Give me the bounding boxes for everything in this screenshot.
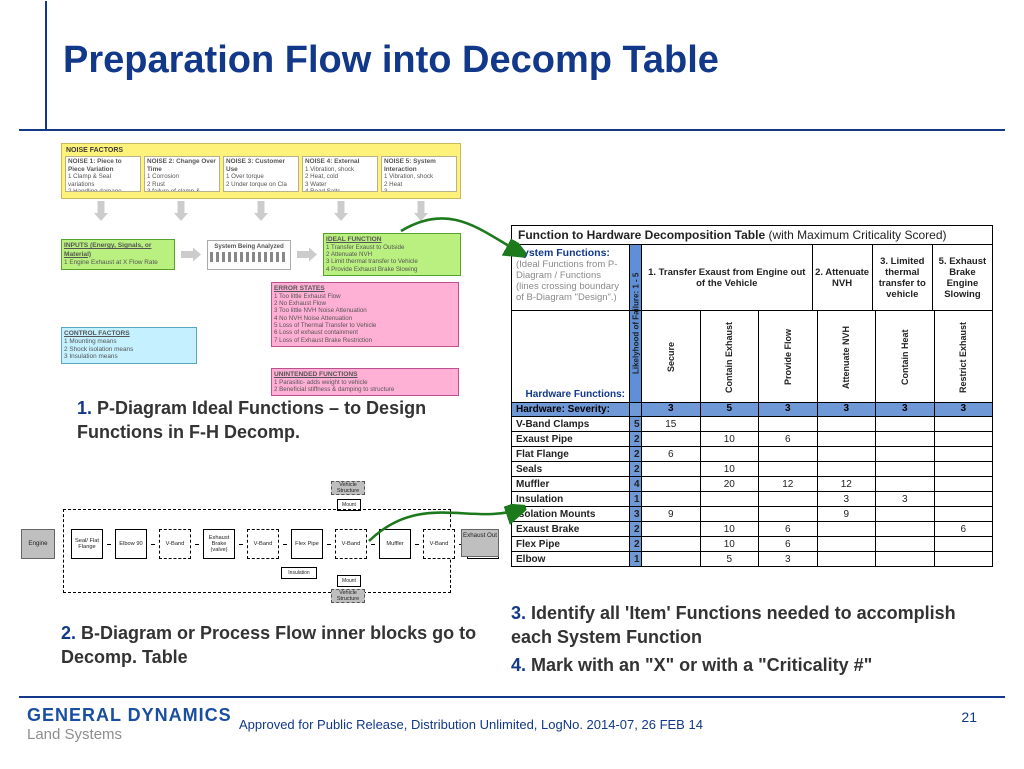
exhaust-out-block: Exhaust Out	[461, 529, 499, 557]
page-number: 21	[961, 709, 977, 725]
system-functions-label: System Functions:	[516, 247, 625, 259]
slide-title: Preparation Flow into Decomp Table	[63, 39, 719, 82]
severity-cell: 5	[701, 402, 760, 416]
ideal-function-box: IDEAL FUNCTION1 Transfer Exaust to Outsi…	[323, 233, 461, 276]
noise-factors-heading: NOISE FACTORS	[66, 147, 457, 154]
decomp-title: Function to Hardware Decomposition Table…	[512, 226, 992, 244]
severity-cell: 3	[818, 402, 877, 416]
table-row: Seals210	[512, 461, 992, 476]
table-row: Flat Flange26	[512, 446, 992, 461]
slide: Preparation Flow into Decomp Table NOISE…	[0, 0, 1024, 768]
control-factors-box: CONTROL FACTORS1 Mounting means 2 Shock …	[61, 327, 197, 364]
hardware-functions-label: Hardware Functions:	[512, 310, 630, 402]
hardware-function-header: Restrict Exhaust	[935, 310, 993, 402]
noise-factor-cell: NOISE 2: Change Over Time1 Corrosion2 Ru…	[144, 156, 220, 192]
hardware-function-header: Secure	[642, 310, 701, 402]
table-row: Flex Pipe2106	[512, 536, 992, 551]
severity-cell: 3	[876, 402, 935, 416]
b-diagram-block: V-Band	[335, 529, 367, 559]
table-row: Insulation133	[512, 491, 992, 506]
unintended-functions-box: UNINTENDED FUNCTIONS1 Parasitic- adds we…	[271, 368, 459, 396]
system-function-header: 3. Limited thermal transfer to vehicle	[873, 244, 933, 310]
p-diagram: NOISE FACTORS NOISE 1: Piece to Piece Va…	[61, 143, 461, 396]
noise-factor-cell: NOISE 4: External1 Vibration, shock2 Hea…	[302, 156, 378, 192]
noise-factor-cell: NOISE 3: Customer Use1 Over torque2 Unde…	[223, 156, 299, 192]
table-row: Isolation Mounts399	[512, 506, 992, 521]
b-diagram: Vehicle Structure Mount Engine Seal/ Fla…	[21, 481, 499, 601]
hardware-function-header: Attenuate NVH	[818, 310, 877, 402]
noise-factor-cell: NOISE 5: System Interaction1 Vibration, …	[381, 156, 457, 192]
severity-cell: 3	[935, 402, 993, 416]
company-logo: GENERAL DYNAMICS Land Systems	[27, 705, 232, 743]
approval-line: Approved for Public Release, Distributio…	[239, 717, 703, 732]
table-row: Exaust Pipe2106	[512, 431, 992, 446]
hardware-function-header: Provide Flow	[759, 310, 818, 402]
inputs-box: INPUTS (Energy, Signals, or Material)1 E…	[61, 239, 175, 269]
decomposition-table: Function to Hardware Decomposition Table…	[511, 225, 993, 567]
title-horizontal-rule	[19, 129, 1005, 131]
engine-block: Engine	[21, 529, 55, 559]
step-2-caption: 2. B-Diagram or Process Flow inner block…	[61, 621, 481, 670]
table-row: Elbow153	[512, 551, 992, 566]
severity-row: Hardware: Severity: 353333	[512, 402, 992, 416]
b-diagram-block: Exhaust Brake (valve)	[203, 529, 235, 559]
b-diagram-block: V-Band	[159, 529, 191, 559]
b-diagram-block: Seal/ Flat Flange	[71, 529, 103, 559]
title-vertical-rule	[45, 1, 47, 129]
error-states-box: ERROR STATES1 Too little Exhaust Flow 2 …	[271, 282, 459, 347]
footer: GENERAL DYNAMICS Land Systems Approved f…	[19, 701, 1005, 756]
b-diagram-block: V-Band	[423, 529, 455, 559]
insulation-block: Insulation	[281, 567, 317, 579]
table-row: V-Band Clamps515	[512, 416, 992, 431]
vehicle-structure-top: Vehicle Structure	[331, 481, 365, 495]
step-4-caption: 4. Mark with an "X" or with a "Criticali…	[511, 653, 991, 677]
step-1-caption: 1. P-Diagram Ideal Functions – to Design…	[77, 396, 457, 445]
mount-bottom: Mount	[337, 575, 361, 587]
system-function-header: 2. Attenuate NVH	[813, 244, 873, 310]
b-diagram-block: V-Band	[247, 529, 279, 559]
b-diagram-block: Elbow 90	[115, 529, 147, 559]
b-diagram-block: Flex Pipe	[291, 529, 323, 559]
table-row: Muffler4201212	[512, 476, 992, 491]
severity-cell: 3	[759, 402, 818, 416]
b-diagram-block: Muffler	[379, 529, 411, 559]
system-function-header: 5. Exhaust Brake Engine Slowing	[933, 244, 992, 310]
system-box: System Being Analyzed	[207, 240, 291, 270]
severity-cell: 3	[642, 402, 701, 416]
system-function-header: 1. Transfer Exaust from Engine out of th…	[642, 244, 813, 310]
step-3-caption: 3. Identify all 'Item' Functions needed …	[511, 601, 991, 650]
table-row: Exaust Brake21066	[512, 521, 992, 536]
hardware-function-header: Contain Exhaust	[701, 310, 760, 402]
vehicle-structure-bottom: Vehicle Structure	[331, 589, 365, 603]
hardware-function-header: Contain Heat	[876, 310, 935, 402]
footer-rule	[19, 696, 1005, 698]
noise-factors-box: NOISE FACTORS NOISE 1: Piece to Piece Va…	[61, 143, 461, 199]
noise-factor-cell: NOISE 1: Piece to Piece Variation1 Clamp…	[65, 156, 141, 192]
likelihood-label: Likelyhood of Failure: 1 - 5	[629, 245, 643, 401]
